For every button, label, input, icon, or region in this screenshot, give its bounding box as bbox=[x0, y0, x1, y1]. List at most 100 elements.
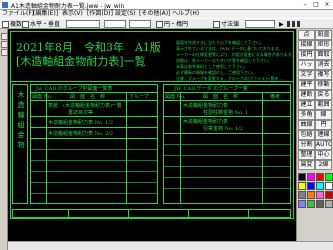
command-button[interactable]: ハッチ bbox=[298, 60, 315, 70]
menu-other[interactable]: [その他(A)] bbox=[139, 10, 170, 18]
command-button[interactable]: 分割 bbox=[298, 140, 315, 150]
color-swatch[interactable] bbox=[298, 182, 306, 190]
table-line bbox=[126, 92, 127, 204]
left-tool-icon[interactable] bbox=[1, 41, 8, 48]
table-line bbox=[30, 182, 158, 183]
hv-checkbox[interactable]: 水平・垂直 bbox=[22, 21, 60, 28]
title-block bbox=[12, 209, 291, 218]
table-line bbox=[30, 127, 158, 128]
divider bbox=[10, 81, 294, 82]
table-line bbox=[30, 149, 158, 150]
command-button[interactable]: 建立 bbox=[298, 100, 315, 110]
command-button[interactable]: 包絡 bbox=[298, 130, 315, 140]
menu-settings[interactable]: 設定(S) bbox=[115, 10, 136, 18]
color-swatch[interactable] bbox=[298, 173, 306, 181]
play-icon[interactable]: ▶ bbox=[279, 21, 284, 28]
command-button[interactable]: 建断 bbox=[298, 90, 315, 100]
row-title: 木造軸組金物耐力表 No. 2/2 bbox=[48, 131, 114, 137]
command-button[interactable]: 連線 bbox=[315, 130, 332, 140]
color-swatch[interactable] bbox=[307, 182, 315, 190]
color-swatch[interactable] bbox=[325, 182, 333, 190]
command-button[interactable]: 中心線 bbox=[315, 150, 332, 160]
menu-file[interactable]: ファイル(F) bbox=[2, 10, 34, 18]
command-button[interactable]: AUTO bbox=[315, 140, 332, 150]
minimize-button[interactable]: – bbox=[300, 0, 310, 9]
command-button[interactable]: 接円 bbox=[298, 50, 315, 60]
color-swatch[interactable] bbox=[298, 191, 306, 199]
color-swatch[interactable] bbox=[325, 191, 333, 199]
multi-checkbox[interactable]: 複数 bbox=[2, 21, 22, 28]
close-button[interactable]: × bbox=[322, 0, 332, 9]
command-button[interactable]: 点 bbox=[298, 30, 315, 40]
row-title: 木造軸組金物耐力表 bbox=[183, 103, 229, 109]
status-bar bbox=[8, 241, 333, 250]
col-header-no: 図面 No. bbox=[32, 94, 53, 100]
left-table-caption: Jw_CAD のグループ別図面一覧表 bbox=[36, 86, 113, 92]
circle-checkbox[interactable]: 円・楕円 bbox=[156, 21, 188, 28]
command-button[interactable]: 整理 bbox=[298, 150, 315, 160]
left-tool-icon[interactable] bbox=[1, 33, 8, 40]
color-swatch[interactable] bbox=[316, 182, 324, 190]
dimension-field[interactable] bbox=[245, 20, 275, 28]
color-swatch[interactable] bbox=[325, 200, 333, 208]
length-field[interactable] bbox=[129, 20, 151, 28]
command-button[interactable]: 鉛直 bbox=[315, 30, 332, 40]
menu-edit[interactable]: [編集(E)] bbox=[33, 10, 58, 18]
left-tool-icon[interactable] bbox=[1, 49, 8, 56]
table-line bbox=[163, 166, 291, 167]
col-header-group: グループ bbox=[129, 94, 149, 100]
table-line bbox=[163, 155, 291, 156]
command-button[interactable]: 円 bbox=[315, 120, 332, 130]
command-button[interactable]: 面取 bbox=[315, 50, 332, 60]
dimension-checkbox[interactable]: 寸法値 bbox=[213, 21, 239, 28]
command-button[interactable]: 複写 bbox=[315, 70, 332, 80]
menu-draw[interactable]: [作図(D)] bbox=[87, 10, 113, 18]
title-bar: A1木造軸組金物耐力表一覧.jww - jw_win – □ × bbox=[0, 0, 333, 10]
color-swatch[interactable] bbox=[298, 200, 306, 208]
command-button[interactable]: 範囲 bbox=[315, 100, 332, 110]
right-table-caption: JW_CAD データ のグループ一覧 bbox=[174, 86, 248, 92]
color-swatch[interactable] bbox=[316, 191, 324, 199]
table-line bbox=[163, 144, 291, 145]
command-button[interactable]: 戻る bbox=[315, 90, 332, 100]
maximize-button[interactable]: □ bbox=[311, 0, 321, 9]
color-swatch[interactable] bbox=[316, 200, 324, 208]
col-header-remarks: 備考 bbox=[270, 94, 281, 100]
command-button[interactable]: 移動 bbox=[315, 80, 332, 90]
toolbar: 複数 水平・垂直 円・楕円 寸法値 ▶ bbox=[0, 18, 333, 29]
table-line bbox=[30, 171, 158, 172]
table-line bbox=[68, 209, 69, 218]
table-line bbox=[163, 100, 291, 101]
linewidth-field[interactable] bbox=[104, 20, 126, 28]
color-swatch[interactable] bbox=[307, 200, 315, 208]
color-swatch[interactable] bbox=[307, 173, 315, 181]
row-subtitle: 書誌目次等 bbox=[68, 110, 94, 116]
table-line bbox=[30, 160, 158, 161]
table-line bbox=[163, 133, 291, 134]
command-button[interactable]: 建平 bbox=[298, 80, 315, 90]
command-button[interactable]: 多角形 bbox=[298, 110, 315, 120]
command-button[interactable]: 属変 bbox=[298, 160, 315, 170]
menu-help[interactable]: ヘルプ(H) bbox=[172, 10, 199, 18]
row-title: 木造軸組金物耐力表 bbox=[183, 119, 229, 125]
menu-bar: ファイル(F) [編集(E)] 表示(V) [作図(D)] 設定(S) [その他… bbox=[0, 10, 333, 18]
command-button[interactable]: 消去 bbox=[315, 60, 332, 70]
command-button[interactable]: 線 bbox=[315, 110, 332, 120]
app-icon bbox=[2, 2, 8, 8]
left-column-label: 木造軸組金物 bbox=[17, 91, 25, 151]
command-button[interactable]: 接線 bbox=[298, 40, 315, 50]
col-header-name: 図 面 名 称 bbox=[203, 94, 239, 100]
command-panel: 点鉛直接線矩形接円面取ハッチ消去文字複写建平移動建断戻る建立範囲多角形線曲線円包… bbox=[296, 29, 333, 241]
color-swatch[interactable] bbox=[325, 173, 333, 181]
color-swatch[interactable] bbox=[307, 191, 315, 199]
command-button[interactable]: 矩形 bbox=[315, 40, 332, 50]
command-button[interactable]: 2線 bbox=[315, 160, 332, 170]
table-line bbox=[30, 116, 158, 117]
col-header-no: 図面 No. bbox=[165, 94, 186, 100]
drawing-canvas[interactable]: 2021年8月 令和3年 A1版 [木造軸組金物耐力表]一覧 図面を作成するに当… bbox=[8, 29, 296, 241]
color-swatch[interactable] bbox=[316, 173, 324, 181]
command-button[interactable]: 文字 bbox=[298, 70, 315, 80]
command-button[interactable]: 曲線 bbox=[298, 120, 315, 130]
linetype-field[interactable] bbox=[66, 20, 100, 28]
menu-view[interactable]: 表示(V) bbox=[62, 10, 83, 18]
